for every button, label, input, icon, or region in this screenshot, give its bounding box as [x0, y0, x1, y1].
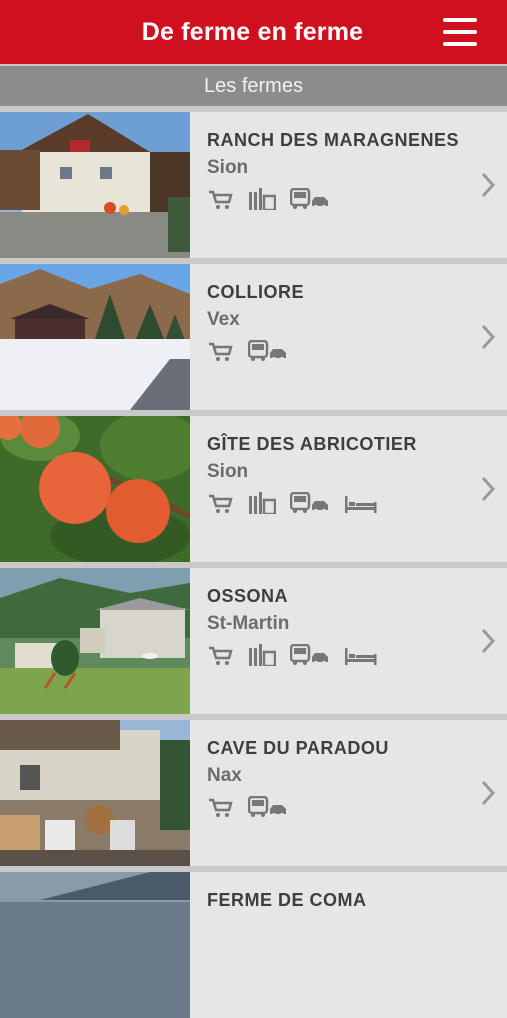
cart-icon	[209, 646, 233, 665]
menu-line	[443, 42, 477, 46]
farm-photo	[0, 872, 190, 1018]
farm-town: Sion	[207, 461, 249, 482]
farm-photo	[0, 720, 190, 866]
cart-icon	[209, 798, 233, 817]
farm-photo	[0, 112, 190, 258]
farm-name: RANCH DES MARAGNENES	[207, 130, 460, 150]
farm-list-item[interactable]: OSSONA St-Martin	[0, 568, 507, 714]
farm-name: FERME DE COMA	[207, 890, 367, 910]
app-title: De ferme en ferme	[141, 17, 364, 46]
farm-list-item[interactable]: FERME DE COMA	[0, 872, 507, 1018]
farm-name: GÎTE DES ABRICOTIER	[207, 434, 417, 454]
hamburger-menu-icon[interactable]	[443, 18, 477, 46]
section-header: Les fermes	[0, 66, 507, 106]
bed-icon	[345, 648, 377, 665]
app-header: De ferme en ferme	[0, 0, 507, 64]
restaurant-icon	[249, 492, 276, 514]
service-icons	[208, 492, 378, 514]
chevron-right-icon	[481, 628, 496, 654]
farm-list-item[interactable]: RANCH DES MARAGNENES Sion	[0, 112, 507, 258]
bus-car-icon	[248, 796, 286, 817]
farm-town: Vex	[207, 309, 240, 330]
farm-list-item[interactable]: CAVE DU PARADOU Nax	[0, 720, 507, 866]
farm-list-item[interactable]: COLLIORE Vex	[0, 264, 507, 410]
bus-car-icon	[290, 492, 328, 513]
farm-name: CAVE DU PARADOU	[207, 738, 389, 758]
farm-photo	[0, 416, 190, 562]
chevron-right-icon	[481, 172, 496, 198]
service-icons	[208, 188, 330, 210]
chevron-right-icon	[481, 476, 496, 502]
menu-line	[443, 18, 477, 22]
farm-town: Sion	[207, 157, 249, 178]
bus-car-icon	[248, 340, 286, 361]
cart-icon	[209, 494, 233, 513]
farm-photo	[0, 264, 190, 410]
farm-town: Nax	[207, 765, 242, 786]
service-icons	[208, 644, 378, 666]
bed-icon	[345, 496, 377, 513]
cart-icon	[209, 190, 233, 209]
farm-town: St-Martin	[207, 613, 290, 634]
service-icons	[208, 340, 288, 362]
farm-name: COLLIORE	[207, 282, 304, 302]
farm-photo	[0, 568, 190, 714]
bus-car-icon	[290, 644, 328, 665]
chevron-right-icon	[481, 324, 496, 350]
cart-icon	[209, 342, 233, 361]
restaurant-icon	[249, 188, 276, 210]
menu-line	[443, 30, 477, 34]
restaurant-icon	[249, 644, 276, 666]
bus-car-icon	[290, 188, 328, 209]
service-icons	[208, 796, 288, 818]
farm-list-item[interactable]: GÎTE DES ABRICOTIER Sion	[0, 416, 507, 562]
farm-name: OSSONA	[207, 586, 289, 606]
chevron-right-icon	[481, 780, 496, 806]
